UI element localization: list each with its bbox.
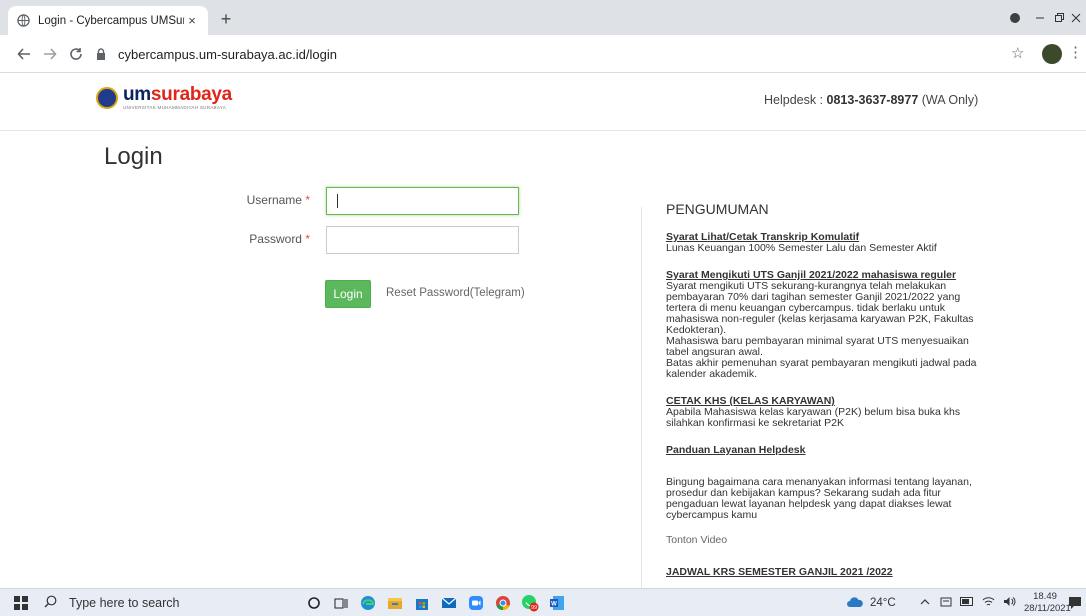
profile-dot-icon[interactable] bbox=[1000, 0, 1030, 35]
helpdesk-suffix: (WA Only) bbox=[918, 93, 979, 107]
helpdesk-info: Helpdesk : 0813-3637-8977 (WA Only) bbox=[764, 93, 978, 107]
announcement-title[interactable]: Panduan Layanan Helpdesk bbox=[666, 444, 805, 456]
clock-time: 18.49 bbox=[1033, 591, 1057, 602]
clock-date: 28/11/2021 bbox=[1024, 603, 1071, 614]
login-button[interactable]: Login bbox=[325, 280, 371, 308]
cloud-icon bbox=[846, 596, 864, 611]
whatsapp-badge: 99 bbox=[531, 605, 537, 611]
edge-icon[interactable] bbox=[359, 594, 377, 612]
helpdesk-number: 0813-3637-8977 bbox=[826, 93, 919, 107]
brand-subtitle: UNIVERSITAS MUHAMMADIYAH SURABAYA bbox=[123, 105, 227, 110]
announcement-item: CETAK KHS (KELAS KARYAWAN) Apabila Mahas… bbox=[666, 396, 986, 429]
site-header: umsurabaya UNIVERSITAS MUHAMMADIYAH SURA… bbox=[0, 73, 1086, 131]
word-icon[interactable]: W bbox=[548, 594, 566, 612]
tab-title: Login - Cybercampus UMSuraba bbox=[38, 14, 184, 27]
username-field[interactable] bbox=[326, 187, 519, 215]
taskbar-clock[interactable]: 18.49 28/11/2021 bbox=[1024, 591, 1071, 615]
username-label-text: Username bbox=[246, 193, 302, 207]
close-window-icon[interactable] bbox=[1066, 0, 1086, 35]
password-field[interactable] bbox=[326, 226, 519, 254]
menu-kebab-icon[interactable]: ⋮ bbox=[1068, 43, 1083, 61]
announcements-heading: PENGUMUMAN bbox=[666, 201, 769, 217]
cortana-icon[interactable] bbox=[305, 594, 323, 612]
battery-icon[interactable] bbox=[960, 597, 974, 609]
task-view-icon[interactable] bbox=[332, 594, 350, 612]
weather-widget[interactable]: 24°C bbox=[846, 589, 896, 616]
address-bar[interactable]: cybercampus.um-surabaya.ac.id/login bbox=[96, 41, 996, 67]
search-icon bbox=[44, 595, 57, 611]
announcement-item: Syarat Mengikuti UTS Ganjil 2021/2022 ma… bbox=[666, 270, 986, 380]
url-text: cybercampus.um-surabaya.ac.id/login bbox=[118, 46, 337, 62]
site-logo[interactable]: umsurabaya UNIVERSITAS MUHAMMADIYAH SURA… bbox=[96, 85, 232, 110]
new-tab-button[interactable]: + bbox=[214, 8, 238, 30]
windows-start-icon[interactable] bbox=[14, 596, 28, 610]
bookmark-star-icon[interactable]: ☆ bbox=[1011, 44, 1024, 62]
required-mark: * bbox=[305, 232, 310, 246]
lock-icon bbox=[96, 48, 108, 60]
browser-toolbar: cybercampus.um-surabaya.ac.id/login ☆ ⋮ bbox=[0, 35, 1086, 73]
reload-icon[interactable] bbox=[66, 44, 86, 64]
university-seal-icon bbox=[96, 86, 118, 109]
zoom-icon[interactable] bbox=[467, 594, 485, 612]
announcements-panel: PENGUMUMAN Syarat Lihat/Cetak Transkrip … bbox=[666, 201, 986, 578]
video-label[interactable]: Tonton Video bbox=[666, 535, 986, 546]
meet-now-icon[interactable] bbox=[940, 596, 952, 611]
globe-icon bbox=[16, 14, 30, 28]
column-divider bbox=[641, 207, 642, 588]
announcement-line: kalender akademik. bbox=[666, 368, 758, 380]
mail-icon[interactable] bbox=[440, 594, 458, 612]
notifications-icon[interactable] bbox=[1068, 589, 1082, 616]
back-arrow-icon[interactable] bbox=[14, 44, 34, 64]
helpdesk-line: cybercampus kamu bbox=[666, 509, 758, 521]
taskbar-search[interactable]: Type here to search bbox=[44, 592, 294, 614]
krs-schedule-title[interactable]: JADWAL KRS SEMESTER GANJIL 2021 /2022 bbox=[666, 567, 986, 578]
username-label: Username * bbox=[190, 193, 310, 207]
brand-surabaya: surabaya bbox=[150, 84, 232, 105]
announcement-item: Panduan Layanan Helpdesk bbox=[666, 445, 986, 456]
wifi-icon[interactable] bbox=[982, 596, 995, 610]
announcement-line: Lunas Keuangan 100% Semester Lalu dan Se… bbox=[666, 242, 937, 254]
close-tab-icon[interactable]: × bbox=[184, 13, 200, 28]
whatsapp-icon[interactable]: 99 bbox=[521, 594, 539, 612]
text-caret bbox=[337, 194, 338, 208]
file-explorer-icon[interactable] bbox=[386, 594, 404, 612]
password-label: Password * bbox=[190, 232, 310, 246]
avatar[interactable] bbox=[1042, 44, 1062, 64]
windows-taskbar: Type here to search 99 W 24°C 18.49 28/1… bbox=[0, 588, 1086, 616]
required-mark: * bbox=[305, 193, 310, 207]
svg-text:W: W bbox=[551, 602, 557, 608]
temperature: 24°C bbox=[870, 597, 896, 609]
announcement-item: Syarat Lihat/Cetak Transkrip Komulatif L… bbox=[666, 232, 986, 254]
chevron-up-icon[interactable] bbox=[920, 597, 930, 609]
browser-tabstrip: Login - Cybercampus UMSuraba × + bbox=[0, 0, 1086, 35]
reset-password-link[interactable]: Reset Password(Telegram) bbox=[386, 287, 525, 299]
password-label-text: Password bbox=[249, 232, 302, 246]
chrome-icon[interactable] bbox=[494, 594, 512, 612]
brand-name: umsurabaya bbox=[123, 85, 232, 104]
page-title: Login bbox=[104, 143, 163, 170]
store-icon[interactable] bbox=[413, 594, 431, 612]
brand-um: um bbox=[123, 84, 151, 105]
search-placeholder: Type here to search bbox=[69, 596, 180, 610]
tray-icons bbox=[920, 589, 1016, 616]
helpdesk-description: Bingung bagaimana cara menanyakan inform… bbox=[666, 477, 986, 521]
browser-tab[interactable]: Login - Cybercampus UMSuraba × bbox=[8, 6, 208, 35]
volume-icon[interactable] bbox=[1003, 596, 1016, 610]
announcement-line: silahkan konfirmasi ke sekretariat P2K bbox=[666, 417, 844, 429]
helpdesk-prefix: Helpdesk : bbox=[764, 93, 827, 107]
forward-arrow-icon[interactable] bbox=[40, 44, 60, 64]
